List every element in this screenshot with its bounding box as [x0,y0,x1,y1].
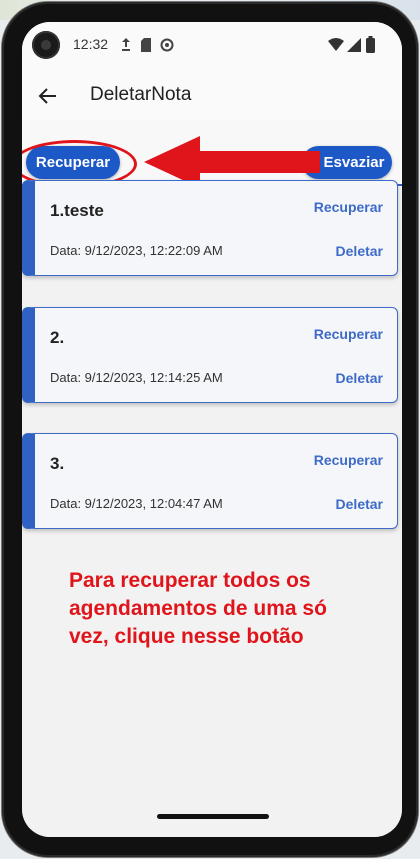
front-camera-icon [32,31,60,59]
sync-icon [160,38,174,52]
app-screen: 12:32 DeletarNota Recuperar Esvaziar 1.t… [22,22,402,837]
battery-icon [366,36,375,53]
note-date: Data: 9/12/2023, 12:22:09 AM [50,243,223,258]
note-delete-button[interactable]: Deletar [336,243,383,259]
note-card[interactable]: 2. Data: 9/12/2023, 12:14:25 AM Recupera… [22,307,398,403]
page-title: DeletarNota [90,84,192,105]
note-recover-button[interactable]: Recuperar [314,326,383,342]
sd-card-icon [141,38,151,52]
signal-icon [347,38,361,52]
gesture-handle[interactable] [157,814,269,819]
navigation-bar [22,812,402,837]
action-toolbar: Recuperar Esvaziar [22,120,402,188]
app-bar: DeletarNota [22,72,402,120]
note-date: Data: 9/12/2023, 12:04:47 AM [50,496,223,511]
note-title: 1.teste [50,201,104,220]
phone-frame: 12:32 DeletarNota Recuperar Esvaziar 1.t… [2,2,418,857]
data-saver-icon [122,38,130,51]
note-delete-button[interactable]: Deletar [336,496,383,512]
annotation-text: Para recuperar todos os agendamentos de … [69,569,327,648]
status-time: 12:32 [73,36,109,52]
note-recover-button[interactable]: Recuperar [314,199,383,215]
wifi-icon [328,38,344,51]
note-recover-button[interactable]: Recuperar [314,452,383,468]
note-card[interactable]: 3. Data: 9/12/2023, 12:04:47 AM Recupera… [22,433,398,529]
note-card[interactable]: 1.teste Data: 9/12/2023, 12:22:09 AM Rec… [22,180,398,276]
note-title: 3. [50,454,65,473]
note-delete-button[interactable]: Deletar [336,370,383,386]
back-arrow-icon[interactable] [36,84,60,108]
status-bar: 12:32 [22,22,402,72]
note-title: 2. [50,328,65,347]
note-date: Data: 9/12/2023, 12:14:25 AM [50,370,223,385]
